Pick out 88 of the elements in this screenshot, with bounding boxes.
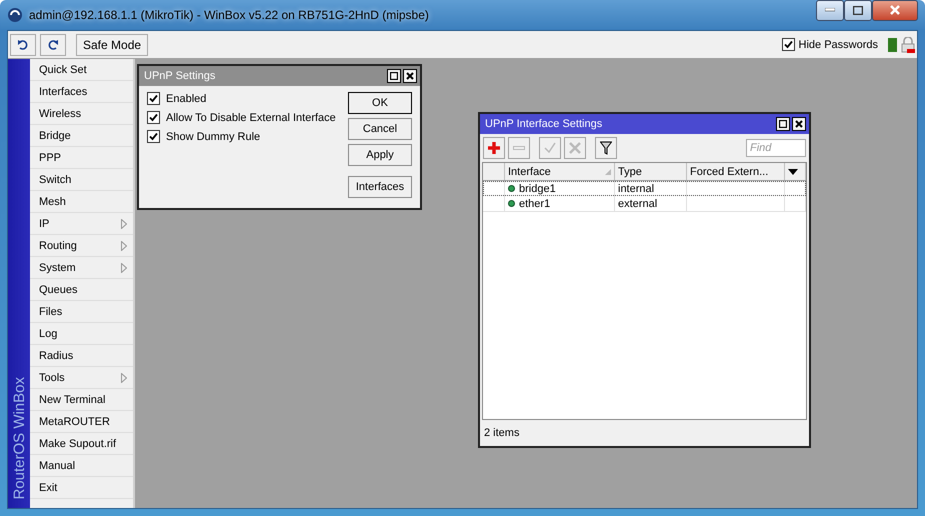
minimize-icon: [825, 8, 835, 12]
close-icon: [406, 72, 414, 80]
checkbox[interactable]: [147, 130, 160, 143]
menu-item[interactable]: Bridge: [30, 125, 133, 147]
close-button[interactable]: [792, 117, 806, 131]
plus-icon: [488, 142, 500, 154]
maximize-icon: [390, 72, 398, 80]
window-title: admin@192.168.1.1 (MikroTik) - WinBox v5.22 on RB751G-2HnD (mipsbe): [29, 8, 430, 22]
column-header[interactable]: Interface: [508, 166, 551, 178]
checkbox-label: Hide Passwords: [798, 38, 878, 50]
minimize-button[interactable]: [816, 0, 844, 20]
table-row[interactable]: ether1 external: [483, 196, 806, 212]
menu-item[interactable]: Exit: [30, 477, 133, 499]
submenu-arrow-icon: [121, 240, 127, 250]
checkbox-label: Enabled: [166, 92, 206, 104]
redo-icon: [47, 38, 59, 50]
table-cell: external: [618, 198, 658, 210]
menu-item[interactable]: Quick Set: [30, 59, 133, 81]
dialog-button[interactable]: Interfaces: [348, 176, 412, 198]
checkbox-label: Allow To Disable External Interface: [166, 112, 336, 124]
status-dot-icon: [508, 200, 515, 207]
close-button[interactable]: [403, 69, 417, 83]
menu-item[interactable]: Files: [30, 301, 133, 323]
check-icon: [784, 40, 793, 49]
menu-item[interactable]: Interfaces: [30, 81, 133, 103]
close-icon: [795, 120, 803, 128]
table-cell: internal: [618, 182, 654, 194]
item-count: 2 items: [484, 427, 520, 439]
table-cell: ether1: [519, 198, 550, 210]
menu-item[interactable]: Radius: [30, 345, 133, 367]
lock-icon: [901, 36, 915, 52]
menu-item[interactable]: Queues: [30, 279, 133, 301]
maximize-button[interactable]: [776, 117, 790, 131]
submenu-arrow-icon: [121, 218, 127, 228]
sort-icon: [605, 168, 611, 174]
column-header[interactable]: Type: [618, 166, 642, 178]
maximize-button[interactable]: [844, 0, 872, 20]
minus-icon: [513, 145, 525, 151]
filter-button[interactable]: [595, 137, 617, 159]
check-icon: [149, 94, 158, 103]
check-icon: [149, 113, 158, 122]
dialog-button[interactable]: Cancel: [348, 118, 412, 140]
checkmark-icon: [544, 142, 556, 154]
brand-label: RouterOS WinBox: [10, 377, 28, 500]
menu-item[interactable]: Routing: [30, 235, 133, 257]
submenu-arrow-icon: [121, 372, 127, 382]
undo-button[interactable]: [10, 34, 36, 56]
menu-item[interactable]: MetaROUTER: [30, 411, 133, 433]
menu-item[interactable]: Switch: [30, 169, 133, 191]
maximize-icon: [853, 6, 863, 14]
checkbox[interactable]: [147, 111, 160, 124]
safe-mode-button[interactable]: Safe Mode: [76, 34, 148, 56]
menu-item[interactable]: Make Supout.rif: [30, 433, 133, 455]
menu-item[interactable]: PPP: [30, 147, 133, 169]
redo-button[interactable]: [40, 34, 66, 56]
dialog-button[interactable]: Apply: [348, 144, 412, 166]
table-row[interactable]: bridge1 internal: [483, 181, 806, 196]
table-cell: bridge1: [519, 182, 556, 194]
checkbox-label: Show Dummy Rule: [166, 130, 260, 142]
menu-item[interactable]: IP: [30, 213, 133, 235]
checkbox[interactable]: [147, 92, 160, 105]
menu-item[interactable]: Manual: [30, 455, 133, 477]
app-icon: [7, 7, 23, 23]
undo-icon: [17, 38, 29, 50]
maximize-button[interactable]: [387, 69, 401, 83]
menu-item[interactable]: Log: [30, 323, 133, 345]
checkbox[interactable]: [782, 38, 795, 51]
menu-item[interactable]: Mesh: [30, 191, 133, 213]
menu-item[interactable]: Wireless: [30, 103, 133, 125]
close-icon: [890, 5, 900, 15]
dialog-title: UPnP Settings: [144, 70, 216, 82]
status-dot-icon: [508, 185, 515, 192]
close-button[interactable]: [872, 0, 918, 20]
menu-item[interactable]: System: [30, 257, 133, 279]
find-field[interactable]: Find: [746, 139, 806, 157]
menu-item[interactable]: Tools: [30, 367, 133, 389]
add-button[interactable]: [483, 137, 505, 159]
cross-icon: [569, 142, 581, 154]
dropdown-icon[interactable]: [788, 168, 798, 174]
menu-item[interactable]: New Terminal: [30, 389, 133, 411]
status-indicator-icon: [888, 38, 897, 52]
submenu-arrow-icon: [121, 262, 127, 272]
maximize-icon: [779, 120, 787, 128]
dialog-title: UPnP Interface Settings: [485, 118, 604, 130]
filter-icon: [600, 141, 612, 155]
check-icon: [149, 132, 158, 141]
dialog-button[interactable]: OK: [348, 92, 412, 114]
column-header[interactable]: Forced Extern...: [690, 166, 768, 178]
